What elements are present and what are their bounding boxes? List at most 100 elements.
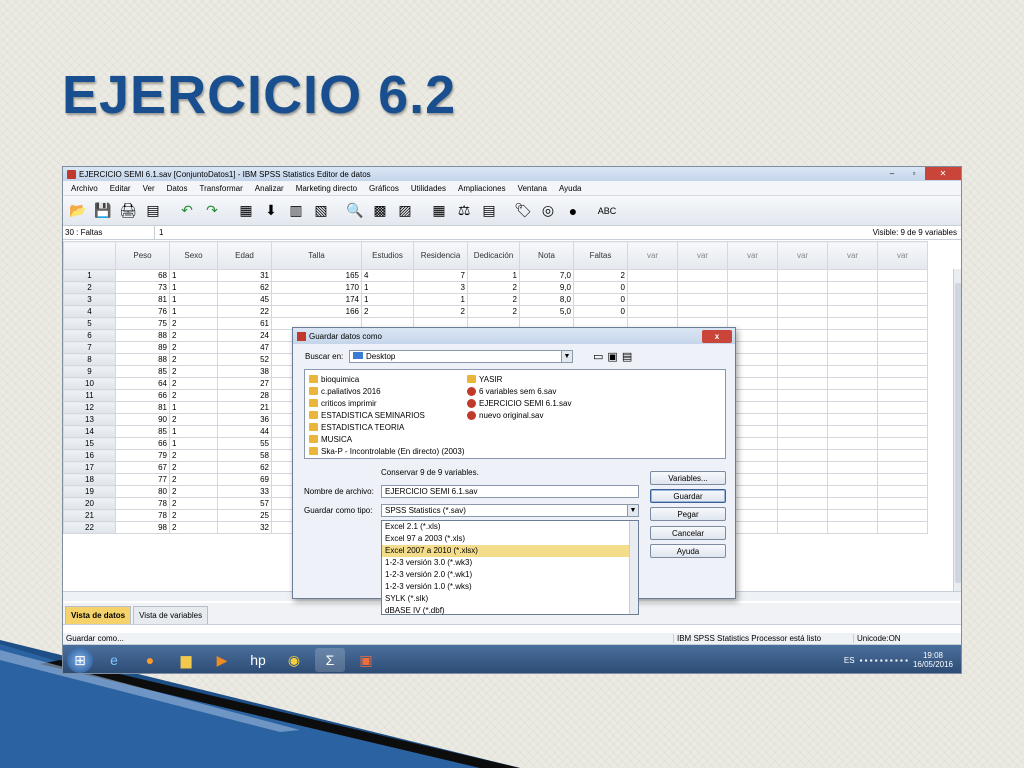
data-cell[interactable] [827, 341, 878, 354]
data-cell[interactable] [827, 449, 878, 462]
media-player-icon[interactable]: ▶ [207, 648, 237, 672]
data-cell[interactable] [877, 485, 928, 498]
data-cell[interactable] [777, 485, 828, 498]
data-cell[interactable]: 1 [169, 437, 218, 450]
value-labels-icon[interactable]: 🏷 [512, 201, 534, 221]
menu-item[interactable]: Ampliaciones [452, 184, 512, 193]
list-item-folder[interactable]: bioquimica [309, 373, 464, 385]
data-cell[interactable] [827, 293, 878, 306]
row-number[interactable]: 2 [63, 281, 116, 294]
data-cell[interactable] [777, 413, 828, 426]
data-cell[interactable]: 2 [169, 413, 218, 426]
language-indicator[interactable]: ES [844, 656, 855, 665]
data-cell[interactable] [877, 437, 928, 450]
data-cell[interactable] [827, 329, 878, 342]
data-cell[interactable] [777, 509, 828, 522]
data-cell[interactable]: 89 [115, 341, 170, 354]
column-header[interactable]: var [677, 241, 728, 270]
data-cell[interactable]: 1 [361, 281, 414, 294]
data-cell[interactable] [877, 449, 928, 462]
column-header[interactable]: var [727, 241, 778, 270]
list-item-sav-file[interactable]: EJERCICIO SEMI 6.1.sav [467, 397, 571, 409]
data-cell[interactable]: 166 [271, 305, 362, 318]
data-cell[interactable]: 81 [115, 293, 170, 306]
row-number[interactable]: 13 [63, 413, 116, 426]
data-cell[interactable]: 174 [271, 293, 362, 306]
data-cell[interactable]: 2 [467, 281, 520, 294]
data-cell[interactable]: 66 [115, 389, 170, 402]
menu-item[interactable]: Gráficos [363, 184, 405, 193]
row-number[interactable]: 17 [63, 461, 116, 474]
data-cell[interactable] [727, 269, 778, 282]
data-cell[interactable] [777, 461, 828, 474]
data-cell[interactable]: 1 [361, 293, 414, 306]
data-cell[interactable]: 2 [467, 305, 520, 318]
data-cell[interactable] [777, 497, 828, 510]
data-cell[interactable] [827, 425, 878, 438]
data-cell[interactable] [877, 509, 928, 522]
data-cell[interactable]: 27 [217, 377, 272, 390]
column-header[interactable]: var [827, 241, 878, 270]
dropdown-option[interactable]: Excel 97 a 2003 (*.xls) [382, 533, 638, 545]
data-cell[interactable] [877, 281, 928, 294]
data-cell[interactable]: 67 [115, 461, 170, 474]
data-cell[interactable] [877, 293, 928, 306]
menu-item[interactable]: Analizar [249, 184, 290, 193]
data-cell[interactable]: 5,0 [519, 305, 574, 318]
data-cell[interactable] [727, 293, 778, 306]
variables-button[interactable]: Variables... [650, 471, 726, 485]
column-header[interactable]: Nota [519, 241, 574, 270]
menu-item[interactable]: Ventana [512, 184, 553, 193]
data-cell[interactable]: 69 [217, 473, 272, 486]
data-cell[interactable]: 2 [573, 269, 628, 282]
row-number[interactable]: 20 [63, 497, 116, 510]
list-item-folder[interactable]: c.paliativos 2016 [309, 385, 464, 397]
data-cell[interactable]: 2 [169, 353, 218, 366]
data-cell[interactable]: 2 [169, 461, 218, 474]
look-in-combo[interactable]: Desktop ▼ [349, 350, 573, 363]
data-cell[interactable]: 55 [217, 437, 272, 450]
data-cell[interactable]: 0 [573, 281, 628, 294]
dropdown-scrollbar[interactable] [629, 521, 638, 614]
data-cell[interactable]: 2 [169, 377, 218, 390]
data-cell[interactable] [877, 425, 928, 438]
dropdown-option[interactable]: Excel 2007 a 2010 (*.xlsx) [382, 545, 638, 557]
data-cell[interactable]: 1 [169, 401, 218, 414]
menu-item[interactable]: Datos [161, 184, 194, 193]
data-cell[interactable]: 7,0 [519, 269, 574, 282]
chevron-down-icon[interactable]: ▼ [561, 351, 572, 362]
data-cell[interactable] [827, 521, 878, 534]
data-cell[interactable] [827, 509, 878, 522]
data-cell[interactable] [777, 521, 828, 534]
dropdown-option[interactable]: dBASE IV (*.dbf) [382, 605, 638, 617]
data-cell[interactable]: 85 [115, 365, 170, 378]
data-cell[interactable]: 2 [169, 521, 218, 534]
column-header[interactable]: var [877, 241, 928, 270]
data-cell[interactable]: 1 [467, 269, 520, 282]
dropdown-option[interactable]: 1-2-3 versión 3.0 (*.wk3) [382, 557, 638, 569]
data-cell[interactable] [777, 353, 828, 366]
data-cell[interactable]: 165 [271, 269, 362, 282]
data-cell[interactable] [877, 365, 928, 378]
show-all-icon[interactable]: ● [562, 201, 584, 221]
data-cell[interactable] [777, 281, 828, 294]
filename-input[interactable]: EJERCICIO SEMI 6.1.sav [381, 485, 639, 498]
data-cell[interactable] [827, 413, 878, 426]
data-cell[interactable]: 3 [413, 281, 468, 294]
data-cell[interactable]: 45 [217, 293, 272, 306]
spell-check-icon[interactable]: ABC [596, 201, 618, 221]
data-cell[interactable] [677, 281, 728, 294]
data-cell[interactable] [777, 305, 828, 318]
data-cell[interactable]: 28 [217, 389, 272, 402]
data-cell[interactable]: 2 [361, 305, 414, 318]
row-number[interactable]: 4 [63, 305, 116, 318]
list-item-folder[interactable]: ESTADISTICA TEORIA [309, 421, 464, 433]
data-cell[interactable]: 2 [467, 293, 520, 306]
data-cell[interactable] [877, 341, 928, 354]
data-cell[interactable] [877, 473, 928, 486]
data-cell[interactable] [777, 437, 828, 450]
data-cell[interactable] [827, 473, 878, 486]
data-cell[interactable] [827, 437, 878, 450]
column-header[interactable]: Dedicación [467, 241, 520, 270]
data-cell[interactable]: 36 [217, 413, 272, 426]
